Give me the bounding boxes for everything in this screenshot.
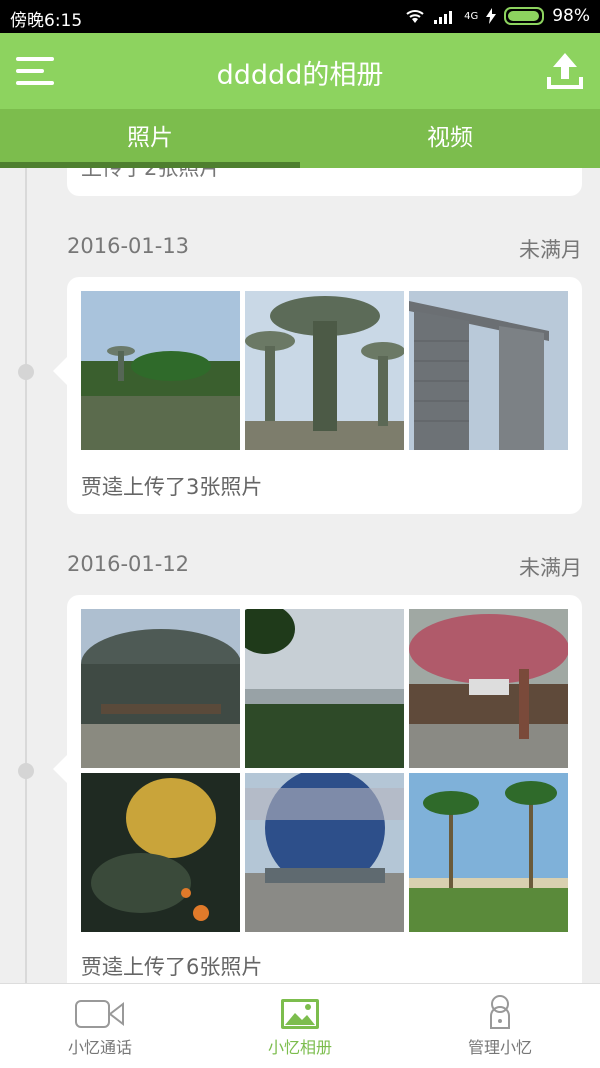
network-type: 4G [464,10,479,22]
card-arrow [53,755,67,783]
timeline-card[interactable]: 贾逵上传了6张照片 [53,595,582,995]
nav-item-manage[interactable]: 管理小忆 [400,984,600,1068]
app-header: ddddd的相册 [0,33,600,109]
status-time: 傍晚6:15 [10,11,83,31]
photo-thumbnail[interactable] [245,773,404,932]
photo-thumbnail[interactable] [245,291,404,450]
tab-videos-overlay[interactable]: 视频 [300,109,600,168]
timeline-dot [18,763,34,779]
page-title: ddddd的相册 [216,60,384,91]
status-bar: 傍晚6:15 4G 98% [0,0,600,33]
video-camera-icon [75,1000,124,1028]
photo-thumbnail[interactable] [81,291,240,450]
group-caption: 贾逵上传了6张照片 [81,955,263,979]
status-icons: 4G 98% [404,6,590,26]
timeline-dot [18,364,34,380]
nav-label: 小忆通话 [67,1038,132,1057]
upload-icon[interactable] [546,51,584,91]
charging-icon [486,8,497,24]
photo-thumbnail[interactable] [81,773,240,932]
group-date: 2016-01-13 [67,234,190,258]
robot-icon [490,995,510,1029]
nav-label: 管理小忆 [467,1038,532,1057]
photo-thumbnail[interactable] [409,609,568,768]
photo-thumbnail[interactable] [245,609,404,768]
tab-indicator-overlay [0,162,300,168]
photo-thumbnail[interactable] [409,773,568,932]
bottom-nav: 小忆通话 小忆相册 管理小忆 [0,983,600,1068]
nav-item-album[interactable]: 小忆相册 [200,984,400,1068]
tab-photos-overlay-label: 照片 [127,125,173,151]
group-status: 未满月 [519,556,582,580]
group-status: 未满月 [519,238,582,262]
photo-album-icon [281,999,319,1029]
nav-label: 小忆相册 [267,1038,332,1057]
tab-photos-overlay[interactable]: 照片 [0,109,300,168]
battery-level: 98% [552,6,590,26]
signal-icon [434,11,453,24]
card-arrow [53,357,67,385]
photo-thumbnail[interactable] [81,609,240,768]
group-caption: 贾逵上传了3张照片 [81,475,263,499]
photo-thumbnail[interactable] [409,291,568,450]
tab-videos-overlay-label: 视频 [427,125,473,151]
timeline-line [25,168,27,986]
group-date: 2016-01-12 [67,552,190,576]
battery-icon [504,7,545,25]
nav-item-calls[interactable]: 小忆通话 [0,984,200,1068]
timeline-card[interactable]: 贾逵上传了3张照片 [53,277,582,514]
wifi-icon [406,10,424,23]
